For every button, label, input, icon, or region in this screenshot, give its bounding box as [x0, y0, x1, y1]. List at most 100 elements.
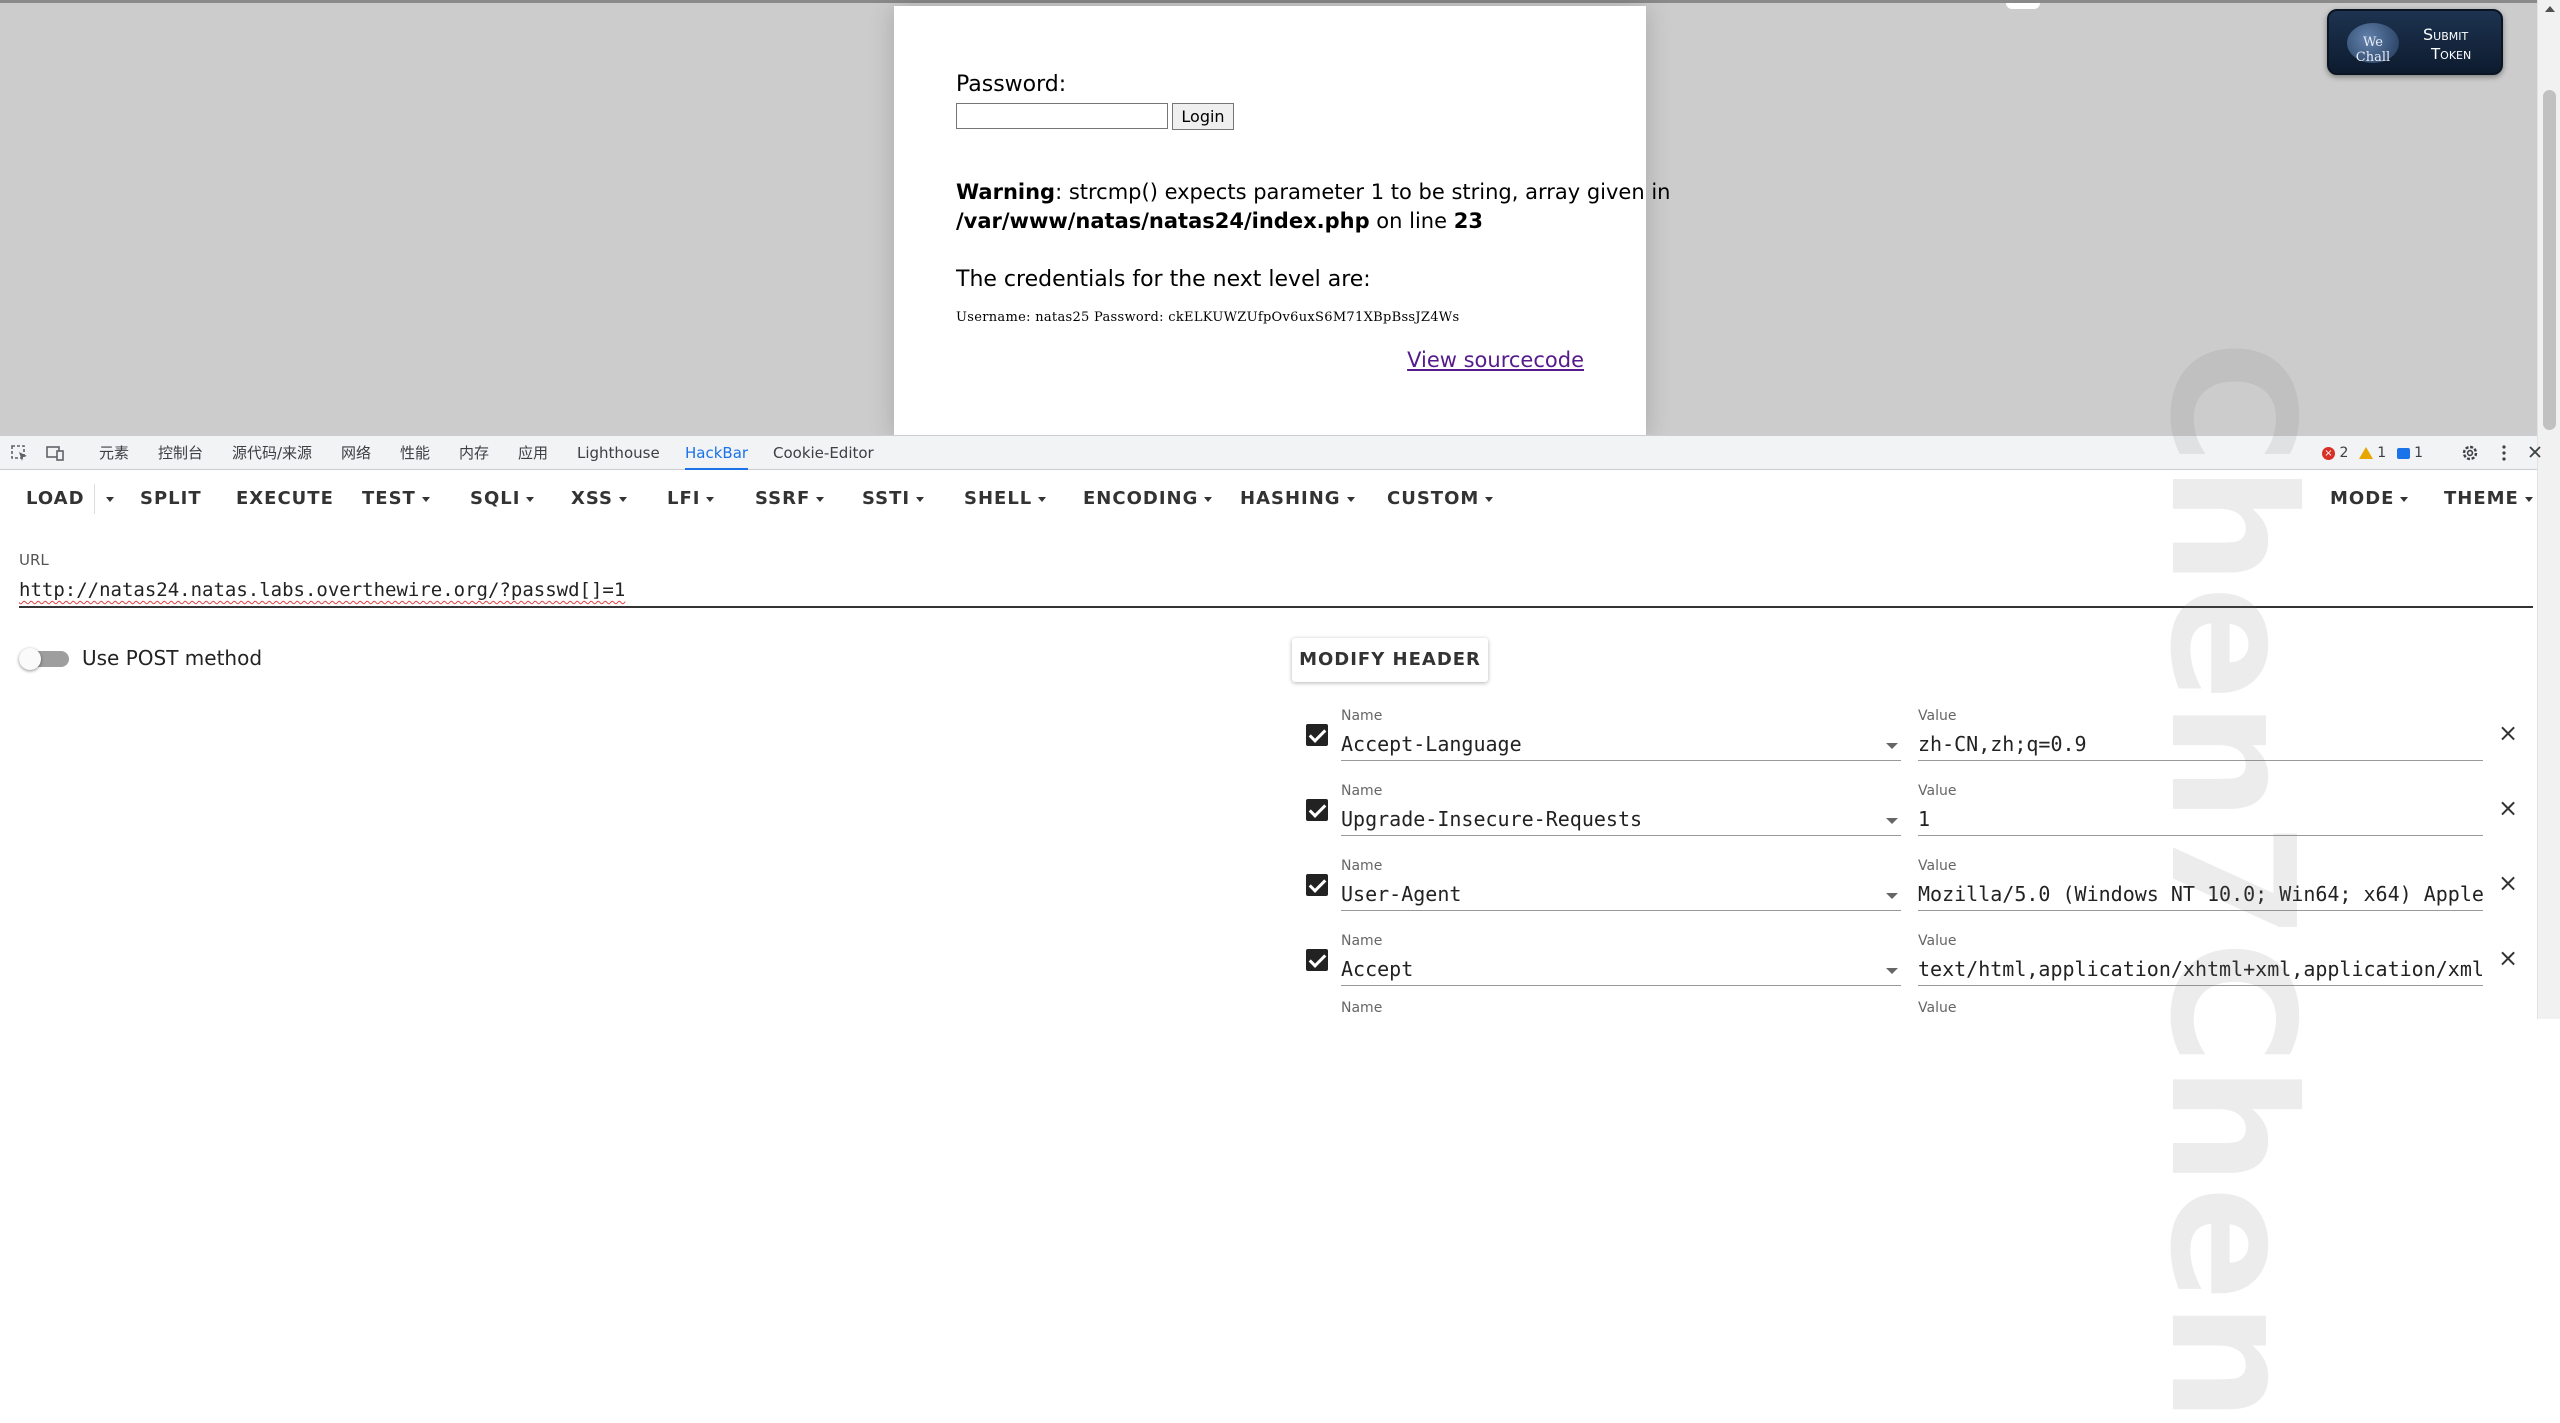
warning-path: /var/www/natas/natas24/index.php: [956, 209, 1370, 233]
wechall-logo-text: We Chall: [2355, 35, 2391, 65]
password-label: Password:: [956, 72, 1067, 97]
hackbar-toolbar: LOAD SPLIT EXECUTE TEST SQLI XSS LFI SSR…: [0, 470, 2537, 528]
tab-hackbar[interactable]: HackBar: [685, 436, 749, 470]
error-counter[interactable]: × 2 1 1: [2322, 436, 2423, 470]
shell-menu[interactable]: SHELL: [964, 470, 1047, 528]
credentials-value: Username: natas25 Password: ckELKUWZUfpO…: [956, 310, 1460, 325]
header-row: Name Upgrade-Insecure-Requests Value 1 ×: [0, 772, 2537, 847]
custom-menu[interactable]: CUSTOM: [1387, 470, 1494, 528]
header-name-label: Name: [1341, 858, 1383, 874]
ssti-menu[interactable]: SSTI: [862, 470, 925, 528]
encoding-menu[interactable]: ENCODING: [1083, 470, 1213, 528]
chevron-down-icon[interactable]: [1886, 968, 1898, 974]
tab-lighthouse[interactable]: Lighthouse: [577, 436, 660, 470]
header-name-input[interactable]: Upgrade-Insecure-Requests: [1341, 804, 1901, 836]
page-scrollbar[interactable]: [2537, 0, 2560, 1019]
header-enabled-checkbox[interactable]: [1306, 724, 1328, 746]
submit-token-button[interactable]: We Chall Submit Token: [2327, 9, 2503, 75]
chevron-down-icon: [2400, 496, 2409, 502]
tab-memory[interactable]: 内存: [459, 436, 489, 470]
test-menu-label: TEST: [362, 488, 416, 509]
test-menu[interactable]: TEST: [362, 470, 430, 528]
remove-header-close-icon[interactable]: ×: [2498, 721, 2518, 745]
credentials-title: The credentials for the next level are:: [956, 267, 1371, 292]
tab-application[interactable]: 应用: [518, 436, 548, 470]
submit-token-line1: Submit: [2423, 25, 2469, 44]
view-source-link[interactable]: View sourcecode: [1407, 348, 1584, 372]
tab-elements[interactable]: 元素: [99, 436, 129, 470]
toggle-knob: [19, 648, 41, 670]
chevron-down-icon: [916, 496, 925, 502]
load-options-dropdown[interactable]: [100, 470, 114, 528]
tab-sources[interactable]: 源代码/来源: [232, 436, 312, 470]
header-name-label: Name: [1341, 933, 1383, 949]
tab-performance[interactable]: 性能: [400, 436, 430, 470]
scroll-thumb[interactable]: [2543, 90, 2556, 430]
header-value-input[interactable]: 1: [1918, 804, 2483, 836]
tab-console[interactable]: 控制台: [158, 436, 203, 470]
tab-network[interactable]: 网络: [341, 436, 371, 470]
tab-cookie-editor[interactable]: Cookie-Editor: [773, 436, 874, 470]
encoding-menu-label: ENCODING: [1083, 488, 1199, 509]
chevron-down-icon: [1038, 496, 1047, 502]
modify-header-button[interactable]: MODIFY HEADER: [1292, 638, 1488, 682]
header-value-input[interactable]: Mozilla/5.0 (Windows NT 10.0; Win64; x64…: [1918, 879, 2483, 911]
mode-menu-label: MODE: [2330, 488, 2395, 509]
chevron-down-icon: [1485, 496, 1494, 502]
remove-header-close-icon[interactable]: ×: [2498, 796, 2518, 820]
more-options-icon[interactable]: [2494, 444, 2514, 462]
header-name-label: Name: [1341, 1000, 1383, 1016]
header-value-label: Value: [1918, 1000, 1957, 1016]
chevron-down-icon[interactable]: [1886, 743, 1898, 749]
warning-text: : strcmp() expects parameter 1 to be str…: [1055, 180, 1671, 204]
post-method-toggle[interactable]: [19, 648, 69, 670]
url-input[interactable]: http://natas24.natas.labs.overthewire.or…: [19, 575, 2533, 608]
warning-on-line: on line: [1369, 209, 1454, 233]
custom-menu-label: CUSTOM: [1387, 488, 1480, 509]
chevron-down-icon[interactable]: [1886, 893, 1898, 899]
hashing-menu-label: HASHING: [1240, 488, 1341, 509]
login-button[interactable]: Login: [1172, 103, 1234, 130]
header-value-input[interactable]: zh-CN,zh;q=0.9: [1918, 729, 2483, 761]
device-toolbar-icon[interactable]: [45, 444, 65, 462]
header-name-input[interactable]: Accept: [1341, 954, 1901, 986]
ssrf-menu[interactable]: SSRF: [755, 470, 825, 528]
scroll-up-icon[interactable]: [2545, 6, 2555, 12]
inspect-element-icon[interactable]: [10, 444, 30, 462]
warning-line-1: Warning: strcmp() expects parameter 1 to…: [956, 180, 1670, 204]
url-label: URL: [19, 551, 49, 569]
xss-menu[interactable]: XSS: [571, 470, 627, 528]
chevron-down-icon: [816, 496, 825, 502]
remove-header-close-icon[interactable]: ×: [2498, 871, 2518, 895]
content-card: Password: Login Warning: strcmp() expect…: [894, 6, 1670, 438]
split-button[interactable]: SPLIT: [140, 470, 202, 528]
close-devtools-icon[interactable]: [2526, 444, 2546, 462]
header-enabled-checkbox[interactable]: [1306, 799, 1328, 821]
execute-button[interactable]: EXECUTE: [236, 470, 334, 528]
chevron-down-icon: [619, 496, 627, 502]
hashing-menu[interactable]: HASHING: [1240, 470, 1355, 528]
header-name-input[interactable]: Accept-Language: [1341, 729, 1901, 761]
remove-header-close-icon[interactable]: ×: [2498, 946, 2518, 970]
header-row: Name User-Agent Value Mozilla/5.0 (Windo…: [0, 847, 2537, 922]
mode-menu[interactable]: MODE: [2330, 470, 2409, 528]
header-enabled-checkbox[interactable]: [1306, 949, 1328, 971]
password-input[interactable]: [956, 103, 1168, 129]
header-value-input[interactable]: text/html,application/xhtml+xml,applicat…: [1918, 954, 2483, 986]
header-name-input[interactable]: User-Agent: [1341, 879, 1901, 911]
theme-menu[interactable]: THEME: [2444, 470, 2533, 528]
chevron-down-icon: [706, 496, 715, 502]
sqli-menu-label: SQLI: [470, 488, 521, 509]
load-button[interactable]: LOAD: [26, 470, 85, 528]
sqli-menu[interactable]: SQLI: [470, 470, 535, 528]
chevron-down-icon: [526, 496, 535, 502]
chevron-down-icon: [2524, 496, 2533, 502]
header-enabled-checkbox[interactable]: [1306, 874, 1328, 896]
header-value-label: Value: [1918, 708, 1957, 724]
lfi-menu[interactable]: LFI: [667, 470, 715, 528]
page-viewport: Password: Login Warning: strcmp() expect…: [0, 0, 2537, 438]
chevron-down-icon[interactable]: [1886, 818, 1898, 824]
lfi-menu-label: LFI: [667, 488, 701, 509]
chevron-down-icon: [1346, 496, 1355, 502]
settings-gear-icon[interactable]: [2460, 444, 2480, 462]
